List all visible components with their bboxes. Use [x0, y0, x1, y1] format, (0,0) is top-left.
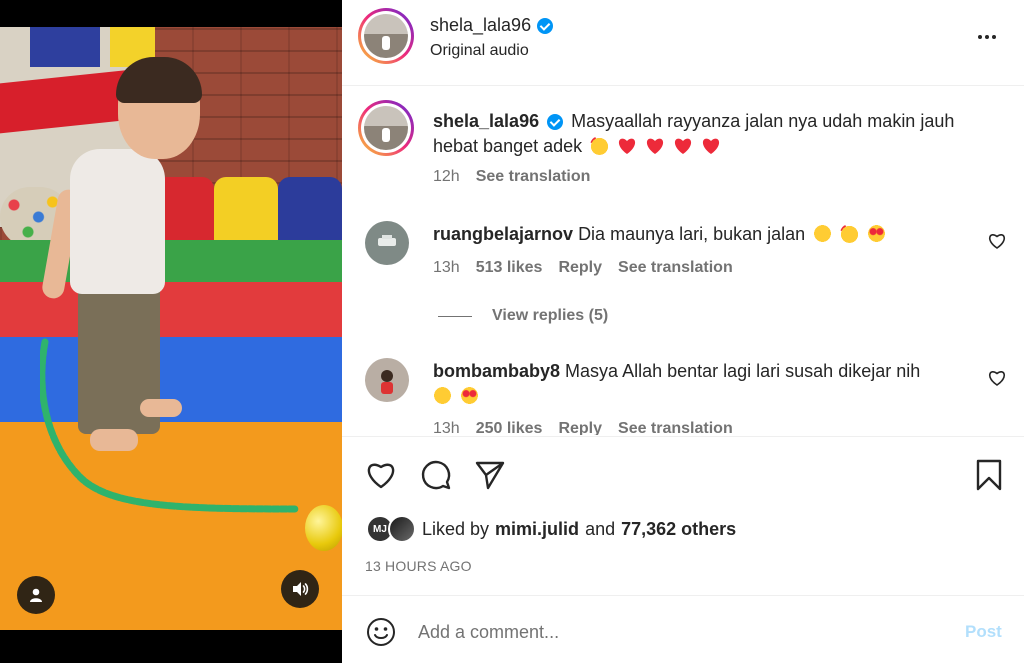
liked-by-user[interactable]: mimi.julid — [495, 519, 579, 540]
commenter-username[interactable]: ruangbelajarnov — [433, 224, 573, 244]
post-header: shela_lala96 Original audio — [342, 0, 1024, 86]
caption-line1: Masyaallah rayyanza jalan nya udah makin… — [571, 111, 955, 131]
see-translation-link[interactable]: See translation — [618, 259, 733, 277]
add-comment-bar: Post — [342, 597, 1024, 663]
liked-by-and: and — [585, 518, 616, 539]
green-hoop — [40, 338, 299, 513]
speaker-icon — [293, 582, 309, 596]
reply-button[interactable]: Reply — [558, 420, 602, 435]
ellipsis-icon — [978, 35, 982, 39]
heart-eyes-emoji-icon — [867, 224, 887, 243]
verified-badge-icon — [547, 114, 564, 131]
like-comment-heart-icon[interactable] — [988, 232, 1006, 250]
comment-time[interactable]: 13h — [433, 420, 460, 435]
smiling-hearts-emoji-icon — [590, 136, 610, 155]
verified-badge-icon — [537, 17, 554, 34]
comment-input[interactable] — [418, 615, 938, 649]
post-actions: MJ Liked by mimi.julid and 77,362 others… — [342, 436, 1024, 596]
like-comment-heart-icon[interactable] — [988, 369, 1006, 387]
view-replies-button[interactable]: View replies (5) — [438, 307, 608, 325]
author-avatar[interactable] — [358, 8, 414, 64]
smiling-hearts-emoji-icon — [840, 224, 860, 243]
red-heart-emoji-icon — [647, 138, 664, 154]
comment-time[interactable]: 13h — [433, 259, 460, 277]
rofl-emoji-icon — [813, 224, 833, 243]
comment-icon[interactable] — [419, 458, 453, 492]
comment-content: Dia maunya lari, bukan jalan — [578, 224, 806, 244]
caption-line2: hebat banget adek — [433, 136, 583, 156]
liked-by-count[interactable]: 77,362 others — [621, 519, 736, 540]
replies-divider — [438, 315, 472, 317]
bookmark-icon[interactable] — [972, 458, 1006, 492]
audio-link[interactable]: Original audio — [430, 42, 529, 60]
post-media[interactable] — [0, 0, 342, 663]
commenter-username[interactable]: bombambaby8 — [433, 361, 560, 381]
heart-eyes-emoji-icon — [460, 386, 480, 405]
commenter-avatar[interactable] — [365, 358, 409, 402]
red-heart-emoji-icon — [675, 138, 692, 154]
comment-likes[interactable]: 250 likes — [476, 420, 543, 435]
comments-list[interactable]: shela_lala96 Masyaallah rayyanza jalan n… — [342, 87, 1024, 435]
reply-button[interactable]: Reply — [558, 259, 602, 277]
emoji-icon[interactable] — [366, 617, 396, 647]
see-translation-link[interactable]: See translation — [476, 168, 591, 186]
red-heart-emoji-icon — [703, 138, 720, 154]
liker-avatars: MJ — [366, 515, 416, 543]
person-icon — [30, 588, 42, 602]
video-frame[interactable] — [0, 27, 342, 630]
comment-content: Masya Allah bentar lagi lari susah dikej… — [565, 361, 921, 381]
comment-text: bombambaby8 Masya Allah bentar lagi lari… — [433, 359, 973, 409]
caption-avatar[interactable] — [358, 100, 414, 156]
heart-icon[interactable] — [364, 458, 398, 492]
likes-summary[interactable]: MJ Liked by mimi.julid and 77,362 others — [366, 515, 736, 543]
comment-meta: 13h 513 likes Reply See translation — [433, 259, 733, 277]
comment-meta: 13h 250 likes Reply See translation — [433, 420, 733, 435]
comment-text: ruangbelajarnov Dia maunya lari, bukan j… — [433, 222, 973, 247]
send-icon[interactable] — [473, 458, 507, 492]
red-heart-emoji-icon — [619, 138, 636, 154]
author-username-row: shela_lala96 — [430, 15, 554, 36]
see-translation-link[interactable]: See translation — [618, 420, 733, 435]
view-replies-label: View replies (5) — [492, 307, 609, 324]
caption-time[interactable]: 12h — [433, 168, 460, 186]
laughing-emoji-icon — [433, 386, 452, 405]
commenter-avatar[interactable] — [365, 221, 409, 265]
post-details-panel: shela_lala96 Original audio shela_lala96… — [342, 0, 1024, 663]
caption-username[interactable]: shela_lala96 — [433, 111, 539, 131]
caption-text: shela_lala96 Masyaallah rayyanza jalan n… — [433, 109, 973, 159]
post-button[interactable]: Post — [965, 622, 1002, 642]
mute-button[interactable] — [281, 570, 319, 608]
author-username[interactable]: shela_lala96 — [430, 15, 531, 36]
yellow-ball — [305, 505, 342, 551]
tagged-users-button[interactable] — [17, 576, 55, 614]
liker-avatar — [388, 515, 416, 543]
post-timestamp[interactable]: 13 HOURS AGO — [365, 558, 472, 574]
more-options-button[interactable] — [972, 22, 1002, 52]
caption-meta: 12h See translation — [433, 168, 590, 186]
liked-by-prefix: Liked by — [422, 518, 490, 539]
comment-likes[interactable]: 513 likes — [476, 259, 543, 277]
